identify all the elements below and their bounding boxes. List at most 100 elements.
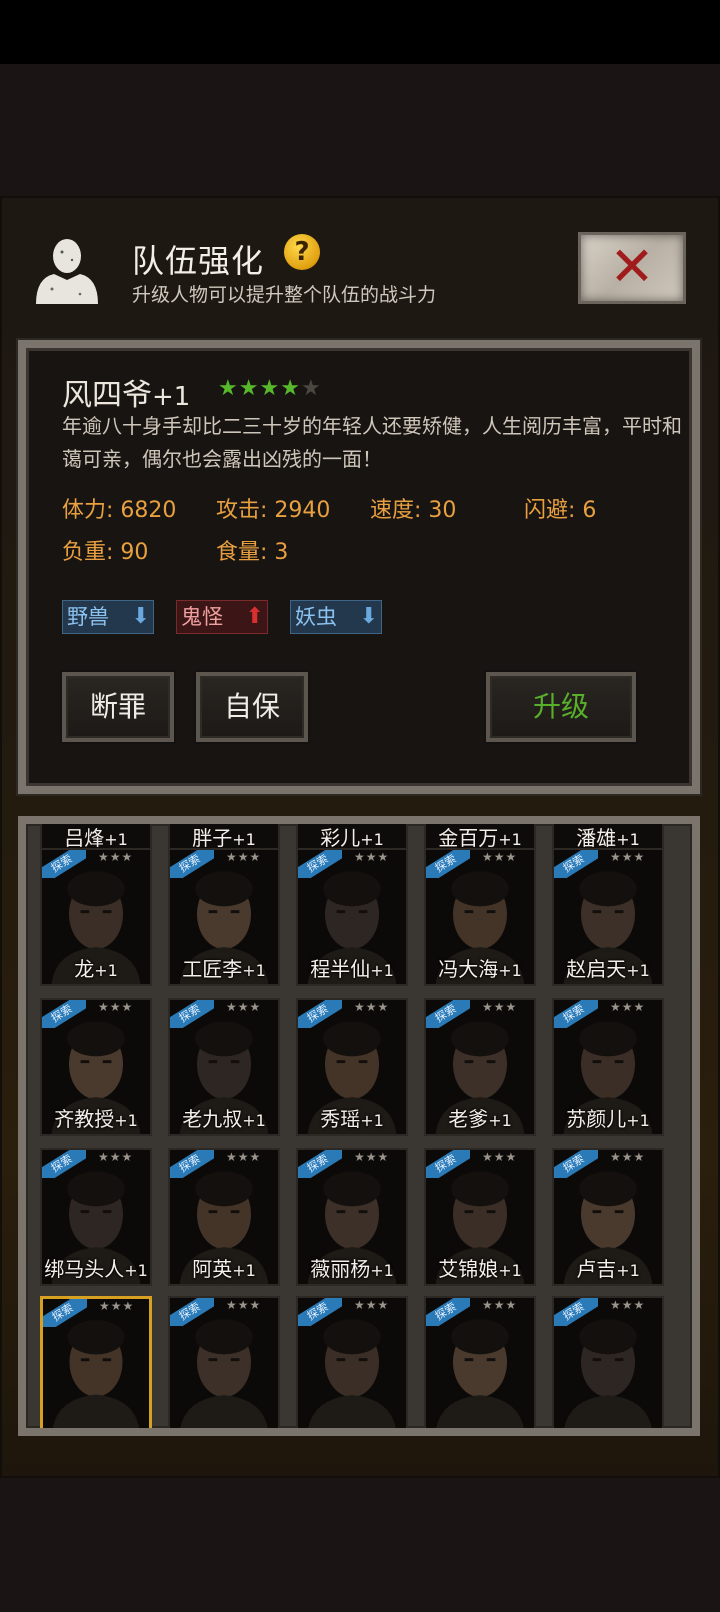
character-name: 风四爷+1: [62, 378, 191, 413]
explore-badge: 探索: [42, 1150, 86, 1178]
explore-badge: 探索: [170, 1000, 214, 1028]
card-star-rating: ★★★: [482, 1000, 518, 1014]
arrow-down-icon: ⬇: [131, 604, 150, 629]
roster-card[interactable]: 探索 ★★★ 赵启天+1: [552, 848, 664, 986]
card-star-rating: ★★★: [610, 850, 646, 864]
card-star-rating: ★★★: [482, 1298, 518, 1312]
roster-card[interactable]: 探索 ★★★: [168, 1296, 280, 1428]
roster-card[interactable]: 探索 ★★★ 程半仙+1: [296, 848, 408, 986]
roster-card[interactable]: 探索 ★★★ 龙+1: [40, 848, 152, 986]
roster-card-name: 潘雄: [576, 826, 617, 850]
roster-card-name: 老九叔+1: [182, 1107, 266, 1131]
upgrade-button[interactable]: 升级: [486, 672, 636, 742]
roster-card-level: +1: [498, 830, 522, 849]
tag-ghost: 鬼怪 ⬆: [176, 600, 268, 634]
star-icon: ★: [280, 376, 301, 401]
explore-badge: 探索: [426, 1150, 470, 1178]
explore-badge: 探索: [42, 850, 86, 878]
tag-insect: 妖虫 ⬇: [290, 600, 382, 634]
roster-card-name: 金百万: [438, 826, 499, 850]
card-star-rating: ★★★: [98, 1150, 134, 1164]
stat-dodge: 闪避: 6: [524, 498, 597, 523]
roster-card[interactable]: 探索 ★★★ 苏颜儿+1: [552, 998, 664, 1136]
explore-badge: 探索: [426, 1000, 470, 1028]
card-star-rating: ★★★: [98, 850, 134, 864]
character-description: 年逾八十身手却比二三十岁的年轻人还要矫健，人生阅历丰富，平时和蔼可亲，偶尔也会露…: [62, 414, 682, 471]
roster-card[interactable]: 探索 ★★★ 艾锦娘+1: [424, 1148, 536, 1286]
roster-card[interactable]: 探索 ★★★ 秀瑶+1: [296, 998, 408, 1136]
roster-card-name: 薇丽杨+1: [310, 1257, 394, 1281]
roster-card[interactable]: 探索 ★★★ 绑马头人+1: [40, 1148, 152, 1286]
roster-card[interactable]: 探索 ★★★ 冯大海+1: [424, 848, 536, 986]
explore-badge: 探索: [170, 1298, 214, 1326]
roster-card[interactable]: 探索 ★★★ 阿英+1: [168, 1148, 280, 1286]
explore-badge: 探索: [554, 1000, 598, 1028]
star-icon: ★: [238, 376, 260, 401]
page-title: 队伍强化: [132, 242, 265, 280]
card-star-rating: ★★★: [226, 850, 262, 864]
card-star-rating: ★★★: [354, 1000, 390, 1014]
roster-card-name: 绑马头人+1: [44, 1257, 148, 1281]
roster-grid[interactable]: 吕烽+1 胖子+1 彩儿+1 金百万+1 潘雄+1 探索 ★★★ 龙+1 探索 ★★★ 工匠李+1…: [26, 824, 692, 1428]
explore-badge: 探索: [298, 850, 342, 878]
skill-button-2[interactable]: 自保: [196, 672, 308, 742]
tag-beast: 野兽 ⬇: [62, 600, 154, 634]
character-star-rating: ★★★★★: [218, 376, 322, 401]
explore-badge: 探索: [298, 1150, 342, 1178]
skill-button-1[interactable]: 断罪: [62, 672, 174, 742]
stat-attack: 攻击: 2940: [216, 498, 331, 523]
roster-card-name: 程半仙+1: [310, 957, 394, 981]
roster-card-name: 胖子: [192, 826, 233, 850]
silhouette-avatar-icon: [32, 234, 102, 306]
roster-card[interactable]: 探索 ★★★ 老爹+1: [424, 998, 536, 1136]
stat-hp: 体力: 6820: [62, 498, 177, 523]
card-star-rating: ★★★: [610, 1150, 646, 1164]
card-star-rating: ★★★: [610, 1000, 646, 1014]
explore-badge: 探索: [554, 1298, 598, 1326]
explore-badge: 探索: [554, 850, 598, 878]
roster-card[interactable]: 探索 ★★★ 薇丽杨+1: [296, 1148, 408, 1286]
roster-card[interactable]: 探索 ★★★ 卢吉+1: [552, 1148, 664, 1286]
roster-card-name: 老爹+1: [448, 1107, 512, 1131]
stat-food: 食量: 3: [216, 540, 289, 565]
roster-card[interactable]: 探索 ★★★: [424, 1296, 536, 1428]
roster-card-name: 艾锦娘+1: [438, 1257, 522, 1281]
star-icon: ★: [218, 376, 239, 401]
roster-card-name: 冯大海+1: [438, 957, 522, 981]
close-icon: ✕: [609, 235, 655, 298]
roster-card-name: 阿英+1: [192, 1257, 256, 1281]
roster-card-level: +1: [104, 830, 128, 849]
card-star-rating: ★★★: [482, 1150, 518, 1164]
roster-card[interactable]: 探索 ★★★: [40, 1296, 152, 1428]
roster-card-name: 卢吉+1: [576, 1257, 640, 1281]
roster-card[interactable]: 探索 ★★★: [552, 1296, 664, 1428]
explore-badge: 探索: [170, 1150, 214, 1178]
roster-card[interactable]: 探索 ★★★ 齐教授+1: [40, 998, 152, 1136]
card-star-rating: ★★★: [610, 1298, 646, 1312]
stat-load: 负重: 90: [62, 540, 149, 565]
roster-card[interactable]: 探索 ★★★ 老九叔+1: [168, 998, 280, 1136]
arrow-up-icon: ⬆: [245, 604, 264, 629]
roster-card-name: 工匠李+1: [182, 957, 266, 981]
roster-card-name: 秀瑶+1: [320, 1107, 384, 1131]
roster-card-name: 彩儿: [320, 826, 361, 850]
status-bar: [0, 0, 720, 64]
roster-card[interactable]: 探索 ★★★ 工匠李+1: [168, 848, 280, 986]
close-button[interactable]: ✕: [578, 232, 686, 304]
roster-card-name: 赵启天+1: [566, 957, 650, 981]
roster-card-name: 吕烽: [64, 826, 105, 850]
explore-badge: 探索: [426, 1298, 470, 1326]
explore-badge: 探索: [554, 1150, 598, 1178]
roster-card[interactable]: 探索 ★★★: [296, 1296, 408, 1428]
explore-badge: 探索: [298, 1000, 342, 1028]
explore-badge: 探索: [42, 1000, 86, 1028]
stat-speed: 速度: 30: [370, 498, 457, 523]
explore-badge: 探索: [298, 1298, 342, 1326]
card-star-rating: ★★★: [98, 1000, 134, 1014]
roster-card-level: +1: [616, 830, 640, 849]
roster-card-level: +1: [360, 830, 384, 849]
roster-card-name: 龙+1: [74, 957, 118, 981]
roster-card-name: 齐教授+1: [54, 1107, 138, 1131]
help-icon[interactable]: ?: [284, 234, 320, 270]
explore-badge: 探索: [170, 850, 214, 878]
